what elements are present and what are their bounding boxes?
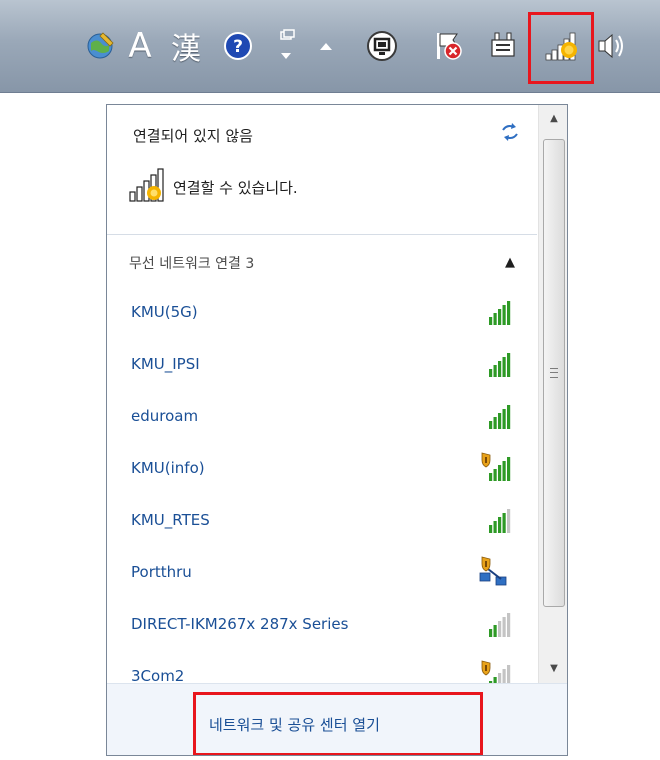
connection-status-message: 연결할 수 있습니다. <box>173 178 298 197</box>
hanja-icon[interactable]: 漢 <box>164 0 208 92</box>
scrollbar[interactable]: ▲ ▼ <box>538 105 567 683</box>
help-icon[interactable]: ? <box>218 0 258 92</box>
network-name: KMU(5G) <box>131 303 198 321</box>
wireless-group-header[interactable]: 무선 네트워크 연결 3 <box>129 253 254 273</box>
ime-mode-icon[interactable]: A <box>120 0 160 92</box>
signal-svg <box>489 405 511 429</box>
footer-link-highlight <box>193 692 483 755</box>
signal-strength-icon <box>477 451 513 489</box>
network-name: KMU_RTES <box>131 511 210 529</box>
svg-text:?: ? <box>233 37 243 57</box>
network-row[interactable]: eduroam <box>107 391 537 443</box>
flyout-footer: 네트워크 및 공유 센터 열기 <box>107 683 567 755</box>
action-center-icon[interactable] <box>428 0 468 92</box>
scroll-up-icon[interactable]: ▲ <box>539 105 567 133</box>
network-row[interactable]: KMU(info) <box>107 443 537 495</box>
flyout-content: 연결되어 있지 않음 연결할 수 있습니다. 무선 네트워크 연결 3 ▲ KM… <box>107 105 537 689</box>
connection-status-title: 연결되어 있지 않음 <box>133 127 253 145</box>
adhoc-network-icon <box>477 555 513 593</box>
scroll-down-icon[interactable]: ▼ <box>539 655 567 683</box>
signal-svg <box>489 301 511 325</box>
network-row[interactable]: KMU(5G) <box>107 287 537 339</box>
signal-svg <box>489 613 511 637</box>
signal-strength-icon <box>477 503 513 541</box>
network-name: Portthru <box>131 563 192 581</box>
network-name: DIRECT-IKM267x 287x Series <box>131 615 349 633</box>
network-row[interactable]: KMU_RTES <box>107 495 537 547</box>
signal-svg <box>481 452 511 481</box>
network-name: KMU(info) <box>131 459 205 477</box>
divider <box>107 234 537 235</box>
network-flyout: 연결되어 있지 않음 연결할 수 있습니다. 무선 네트워크 연결 3 ▲ KM… <box>106 104 568 756</box>
network-list: KMU(5G) KMU_IPSIeduroam KMU(info) KMU_RTES P… <box>107 287 537 703</box>
network-row[interactable]: Portthru <box>107 547 537 599</box>
ime-mode-letter: A <box>128 26 152 66</box>
signal-svg <box>489 353 511 377</box>
signal-strength-icon <box>477 295 513 333</box>
signal-strength-icon <box>477 399 513 437</box>
grip-icon <box>550 368 558 378</box>
connection-status-row: 연결할 수 있습니다. <box>129 167 298 207</box>
network-icon-highlight <box>528 12 594 84</box>
signal-available-icon <box>129 167 165 207</box>
network-row[interactable]: DIRECT-IKM267x 287x Series <box>107 599 537 651</box>
chevron-up-icon[interactable]: ▲ <box>505 255 515 270</box>
signal-strength-icon <box>477 607 513 645</box>
ime-options-icon[interactable] <box>272 0 300 92</box>
signal-svg <box>489 509 511 533</box>
network-name: KMU_IPSI <box>131 355 200 373</box>
scroll-thumb[interactable] <box>543 139 565 607</box>
display-icon[interactable] <box>362 0 402 92</box>
network-row[interactable]: KMU_IPSI <box>107 339 537 391</box>
language-bar-icon[interactable] <box>80 0 120 92</box>
volume-icon[interactable] <box>592 0 632 92</box>
power-icon[interactable] <box>484 0 524 92</box>
network-name: eduroam <box>131 407 199 425</box>
signal-strength-icon <box>477 347 513 385</box>
refresh-icon[interactable] <box>499 121 521 147</box>
taskbar-notification-area: A 漢 ? <box>0 0 660 93</box>
hanja-letter: 漢 <box>171 32 201 67</box>
signal-svg <box>479 556 507 586</box>
show-hidden-icons-icon[interactable] <box>312 0 340 92</box>
